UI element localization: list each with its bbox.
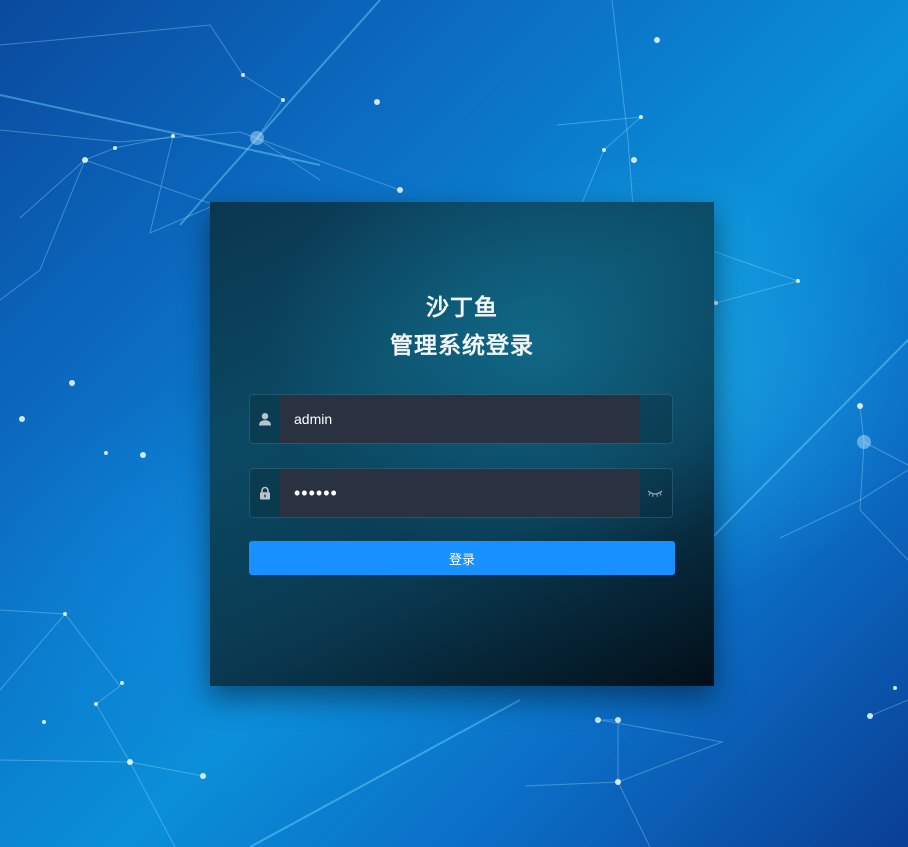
lock-icon <box>250 469 280 517</box>
login-page-title: 管理系统登录 <box>390 332 534 358</box>
password-field <box>249 468 673 518</box>
app-name-title: 沙丁鱼 <box>426 294 498 320</box>
password-input[interactable] <box>280 469 640 517</box>
login-button[interactable]: 登录 <box>249 541 675 575</box>
username-field <box>249 394 673 444</box>
username-input[interactable] <box>280 395 640 443</box>
eye-closed-icon[interactable] <box>638 469 672 517</box>
user-icon <box>250 395 280 443</box>
login-card: 沙丁鱼 管理系统登录 admin •••••• 登录 <box>210 202 714 686</box>
